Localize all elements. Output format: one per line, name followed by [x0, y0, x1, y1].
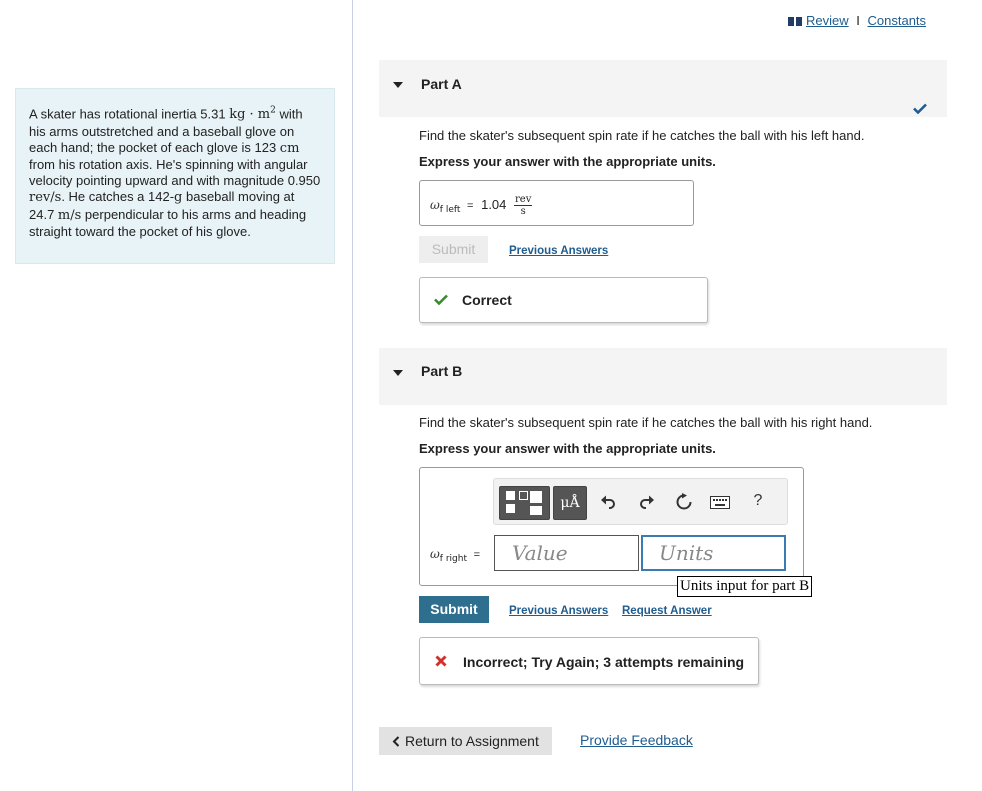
units-tooltip: Units input for part B [677, 576, 813, 597]
return-to-assignment-button[interactable]: Return to Assignment [379, 727, 552, 755]
omega-symbol: ω [430, 197, 440, 212]
feedback-text: Incorrect; Try Again; 3 attempts remaini… [463, 654, 745, 670]
checkmark-icon [913, 103, 927, 114]
part-a-previous-answers-link[interactable]: Previous Answers [509, 242, 608, 257]
part-b-submit-button[interactable]: Submit [419, 596, 489, 623]
undo-icon[interactable] [600, 494, 616, 510]
request-answer-link[interactable]: Request Answer [622, 602, 712, 617]
unit-inertia: kg · m2 [229, 106, 276, 123]
part-b-question: Find the skater's subsequent spin rate i… [419, 415, 873, 430]
reset-icon[interactable] [675, 493, 693, 511]
problem-text-4: . He catches a 142- [61, 189, 175, 205]
part-a-units: rev s [514, 194, 533, 217]
equals-sign: = [473, 549, 481, 561]
problem-text-1: A skater has rotational inertia 5.31 [29, 106, 230, 122]
units-button[interactable]: μÅ [553, 486, 587, 520]
keyboard-icon[interactable] [710, 496, 730, 509]
part-a-title: Part A [421, 76, 462, 92]
part-a-value: 1.04 [481, 196, 507, 212]
help-icon[interactable]: ? [748, 492, 768, 510]
book-icon [788, 17, 802, 26]
part-b-header[interactable]: Part B [379, 348, 947, 405]
problem-statement: A skater has rotational inertia 5.31 kg … [15, 88, 335, 264]
return-label: Return to Assignment [405, 733, 539, 749]
part-a-feedback: Correct [419, 277, 708, 323]
collapse-triangle-icon[interactable] [393, 82, 403, 88]
incorrect-x-icon [435, 655, 447, 667]
part-b-title: Part B [421, 363, 463, 379]
templates-button[interactable] [499, 486, 550, 520]
problem-text-3: from his rotation axis. He's spinning wi… [29, 156, 321, 189]
part-a-answer-box: ωf left = 1.04 rev s [419, 180, 694, 226]
link-separator: I [856, 13, 860, 28]
review-link[interactable]: Review [806, 13, 849, 28]
part-a-submit-button[interactable]: Submit [419, 236, 488, 263]
chevron-left-icon [392, 736, 400, 747]
units-input[interactable]: Units [641, 535, 786, 571]
collapse-triangle-icon[interactable] [393, 370, 403, 376]
value-input[interactable]: Value [494, 535, 639, 571]
provide-feedback-link[interactable]: Provide Feedback [580, 732, 693, 748]
var-subscript: f left [439, 204, 461, 215]
value-placeholder: Value [512, 541, 568, 565]
correct-check-icon [434, 294, 448, 305]
part-b-previous-answers-link[interactable]: Previous Answers [509, 602, 608, 617]
unit-revs: rev/s [29, 190, 62, 206]
panel-divider [352, 0, 353, 791]
unit-denominator: s [520, 206, 526, 217]
redo-icon[interactable] [639, 494, 655, 510]
unit-ms: m/s [57, 207, 82, 223]
part-b-instruction: Express your answer with the appropriate… [419, 441, 716, 456]
omega-symbol: ω [430, 547, 440, 561]
part-b-variable: ωf right = [430, 546, 480, 564]
part-b-feedback: Incorrect; Try Again; 3 attempts remaini… [419, 637, 759, 685]
unit-cm: cm [279, 140, 300, 156]
units-placeholder: Units [659, 541, 714, 565]
top-links: Review I Constants [788, 13, 926, 28]
feedback-text: Correct [462, 292, 512, 308]
part-a-question: Find the skater's subsequent spin rate i… [419, 128, 865, 143]
equals-sign: = [467, 199, 474, 212]
unit-numerator: rev [514, 194, 533, 206]
part-a-header[interactable]: Part A [379, 60, 947, 117]
math-toolbar: μÅ ? [493, 478, 788, 525]
part-a-instruction: Express your answer with the appropriate… [419, 154, 716, 169]
constants-link[interactable]: Constants [868, 13, 927, 28]
var-subscript: f right [439, 554, 467, 564]
